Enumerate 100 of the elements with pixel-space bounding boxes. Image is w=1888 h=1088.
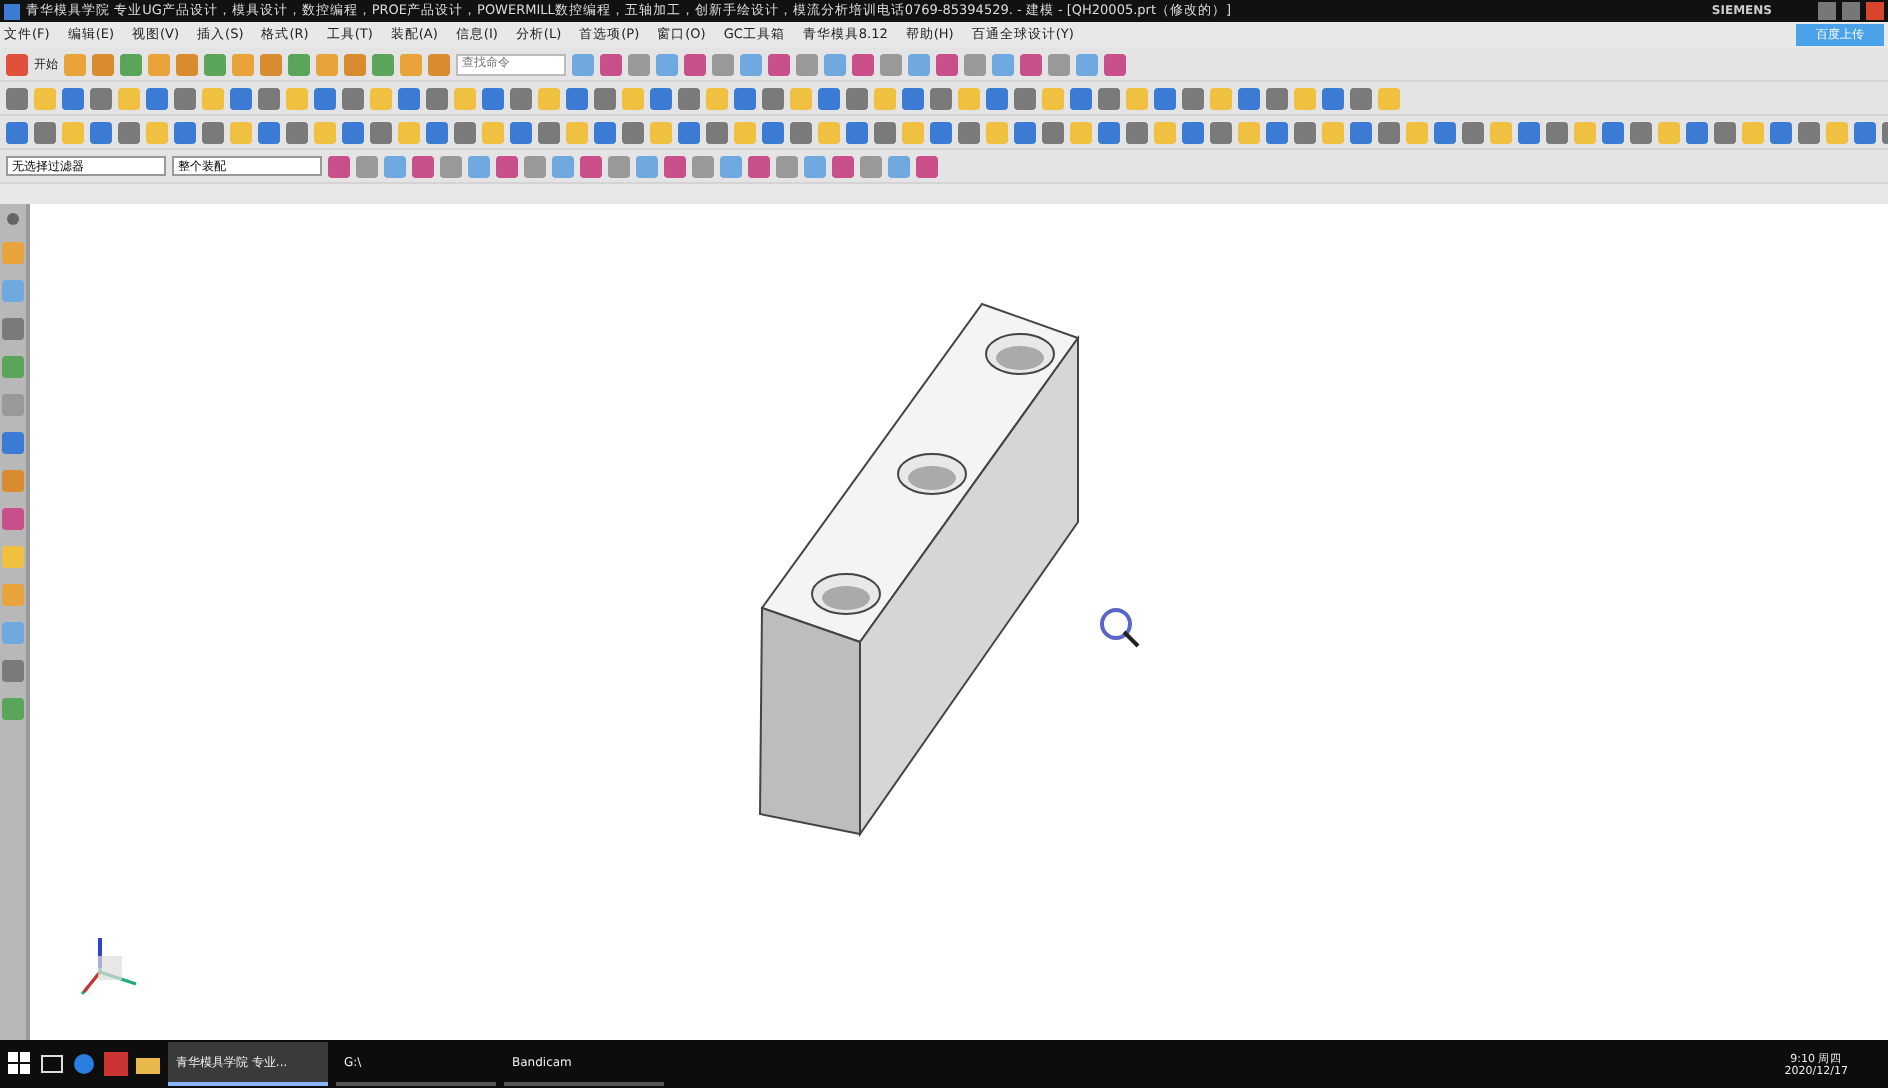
tool-icon[interactable] [930,121,952,143]
tool-icon[interactable] [1518,121,1540,143]
tool-icon[interactable] [342,121,364,143]
tool-icon[interactable] [426,87,448,109]
tool-icon[interactable] [288,53,310,75]
tool-icon[interactable] [90,87,112,109]
tool-icon[interactable] [804,155,826,177]
tool-icon[interactable] [1182,121,1204,143]
tool-icon[interactable] [90,121,112,143]
tool-icon[interactable] [2,508,24,530]
tool-icon[interactable] [1630,121,1652,143]
tool-icon[interactable] [1294,121,1316,143]
tool-icon[interactable] [936,53,958,75]
tool-icon[interactable] [580,155,602,177]
tool-icon[interactable] [846,121,868,143]
tool-icon[interactable] [930,87,952,109]
tool-icon[interactable] [594,121,616,143]
tool-icon[interactable] [846,87,868,109]
tool-icon[interactable] [174,87,196,109]
tool-icon[interactable] [468,155,490,177]
tool-icon[interactable] [510,87,532,109]
tool-icon[interactable] [1686,121,1708,143]
tool-icon[interactable] [740,53,762,75]
tool-icon[interactable] [510,121,532,143]
tool-icon[interactable] [356,155,378,177]
tool-icon[interactable] [1714,121,1736,143]
tool-icon[interactable] [260,53,282,75]
tool-icon[interactable] [1798,121,1820,143]
tool-icon[interactable] [1546,121,1568,143]
tool-icon[interactable] [1126,121,1148,143]
tool-icon[interactable] [1042,121,1064,143]
browser-icon[interactable] [72,1052,96,1076]
tool-icon[interactable] [482,87,504,109]
tool-icon[interactable] [384,155,406,177]
tool-icon[interactable] [34,121,56,143]
tool-icon[interactable] [426,121,448,143]
tool-icon[interactable] [656,53,678,75]
tool-icon[interactable] [118,121,140,143]
tool-icon[interactable] [524,155,546,177]
tool-icon[interactable] [888,155,910,177]
tool-icon[interactable] [1014,121,1036,143]
tool-icon[interactable] [1266,121,1288,143]
tool-icon[interactable] [1322,87,1344,109]
tool-icon[interactable] [398,87,420,109]
tool-icon[interactable] [328,155,350,177]
tool-icon[interactable] [748,155,770,177]
tool-icon[interactable] [572,53,594,75]
folder-icon[interactable] [136,1052,160,1076]
tool-icon[interactable] [664,155,686,177]
tool-icon[interactable] [148,53,170,75]
tool-icon[interactable] [992,53,1014,75]
tool-icon[interactable] [204,53,226,75]
tool-icon[interactable] [258,121,280,143]
tool-icon[interactable] [768,53,790,75]
tool-icon[interactable] [796,53,818,75]
tool-icon[interactable] [692,155,714,177]
tool-icon[interactable] [874,121,896,143]
tool-icon[interactable] [958,121,980,143]
tool-icon[interactable] [174,121,196,143]
tool-icon[interactable] [678,121,700,143]
tool-icon[interactable] [1154,87,1176,109]
tool-icon[interactable] [1602,121,1624,143]
tool-icon[interactable] [1238,87,1260,109]
tool-icon[interactable] [916,155,938,177]
tool-icon[interactable] [720,155,742,177]
tool-icon[interactable] [790,121,812,143]
tool-icon[interactable] [258,87,280,109]
tool-icon[interactable] [2,432,24,454]
tool-icon[interactable] [860,155,882,177]
tool-icon[interactable] [62,87,84,109]
tool-icon[interactable] [1854,121,1876,143]
tool-icon[interactable] [1014,87,1036,109]
tool-icon[interactable] [594,87,616,109]
tool-icon[interactable] [1076,53,1098,75]
tool-icon[interactable] [230,87,252,109]
task-view-icon[interactable] [40,1052,64,1076]
windows-icon[interactable] [8,1052,32,1076]
tool-icon[interactable] [650,87,672,109]
tool-icon[interactable] [1350,87,1372,109]
tool-icon[interactable] [64,53,86,75]
tool-icon[interactable] [146,87,168,109]
tool-icon[interactable] [176,53,198,75]
tool-icon[interactable] [762,121,784,143]
tool-icon[interactable] [412,155,434,177]
tool-icon[interactable] [316,53,338,75]
tool-icon[interactable] [400,53,422,75]
tool-icon[interactable] [1020,53,1042,75]
tool-icon[interactable] [232,53,254,75]
tool-icon[interactable] [628,53,650,75]
tool-icon[interactable] [776,155,798,177]
tool-icon[interactable] [636,155,658,177]
tool-icon[interactable] [1434,121,1456,143]
tool-icon[interactable] [762,87,784,109]
tool-icon[interactable] [622,121,644,143]
tool-icon[interactable] [6,87,28,109]
tool-icon[interactable] [1462,121,1484,143]
tool-icon[interactable] [496,155,518,177]
tool-icon[interactable] [1210,121,1232,143]
tool-icon[interactable] [202,121,224,143]
tool-icon[interactable] [908,53,930,75]
